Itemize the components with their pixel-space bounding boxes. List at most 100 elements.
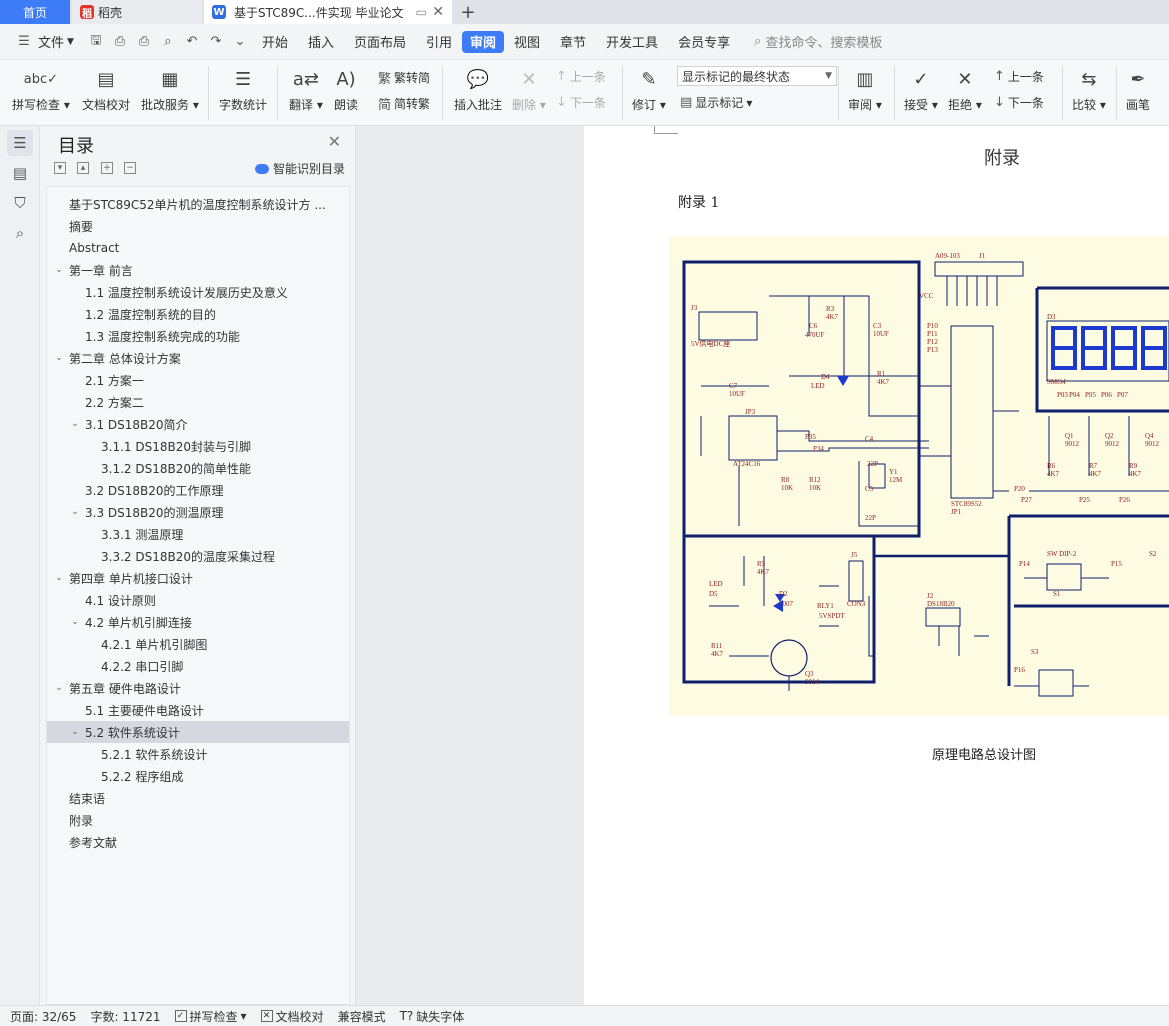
toc-item[interactable]: 2.2 方案二 bbox=[47, 391, 349, 413]
doc-proof-button[interactable]: ▤ 文档校对 bbox=[82, 64, 130, 113]
menu-start[interactable]: 开始 bbox=[252, 31, 298, 53]
doc-proof-status[interactable]: ✕ 文档校对 bbox=[260, 1008, 324, 1025]
toc-item[interactable]: 4.2.2 串口引脚 bbox=[47, 655, 349, 677]
smart-toc-button[interactable]: 智能识别目录 bbox=[254, 160, 345, 177]
toc-item[interactable]: 3.1.1 DS18B20封装与引脚 bbox=[47, 435, 349, 457]
menu-insert[interactable]: 插入 bbox=[298, 31, 344, 53]
toc-item[interactable]: 基于STC89C52单片机的温度控制系统设计方 ... bbox=[47, 193, 349, 215]
markup-state-select[interactable]: 显示标记的最终状态 ▼ bbox=[677, 66, 837, 86]
menu-reference[interactable]: 引用 bbox=[416, 31, 462, 53]
remove-level-icon[interactable]: − bbox=[124, 162, 136, 174]
tab-home[interactable]: 首页 bbox=[0, 0, 70, 24]
toc-item[interactable]: ⌄ 第二章 总体设计方案 bbox=[47, 347, 349, 369]
print-icon[interactable]: ⎙ bbox=[134, 32, 154, 52]
translate-button[interactable]: a⇄ 翻译 ▾ bbox=[289, 64, 323, 113]
track-changes-button[interactable]: ✎ 修订 ▾ bbox=[632, 64, 666, 113]
tab-docer[interactable]: 稻稻壳 bbox=[72, 0, 202, 24]
file-menu[interactable]: 文件 ▼ bbox=[36, 31, 84, 53]
toc-item[interactable]: 3.2 DS18B20的工作原理 bbox=[47, 479, 349, 501]
menu-layout[interactable]: 页面布局 bbox=[344, 31, 416, 53]
chevron-down-icon[interactable]: ⌄ bbox=[69, 507, 81, 517]
toc-item[interactable]: 4.2.1 单片机引脚图 bbox=[47, 633, 349, 655]
toc-item[interactable]: ⌄ 第五章 硬件电路设计 bbox=[47, 677, 349, 699]
undo-icon[interactable]: ↶ bbox=[182, 32, 202, 52]
toc-item[interactable]: ⌄ 3.3 DS18B20的测温原理 bbox=[47, 501, 349, 523]
menu-section[interactable]: 章节 bbox=[550, 31, 596, 53]
reject-button[interactable]: ✕ 拒绝 ▾ bbox=[948, 64, 982, 113]
chevron-down-icon[interactable]: ⌄ bbox=[53, 573, 65, 583]
chevron-down-icon[interactable]: ⌄ bbox=[69, 419, 81, 429]
toc-item[interactable]: 附录 bbox=[47, 809, 349, 831]
menu-dev-tools[interactable]: 开发工具 bbox=[596, 31, 668, 53]
toc-item[interactable]: 结束语 bbox=[47, 787, 349, 809]
screen-icon[interactable]: ▭ bbox=[416, 5, 427, 19]
toc-item[interactable]: 5.2.1 软件系统设计 bbox=[47, 743, 349, 765]
read-aloud-button[interactable]: A) 朗读 bbox=[334, 64, 358, 113]
close-tab-icon[interactable]: ✕ bbox=[432, 4, 444, 20]
toc-item[interactable]: Abstract bbox=[47, 237, 349, 259]
review-pane-button[interactable]: ▥ 审阅 ▾ bbox=[848, 64, 882, 113]
compare-button[interactable]: ⇆ 比较 ▾ bbox=[1072, 64, 1106, 113]
toc-item[interactable]: 3.3.2 DS18B20的温度采集过程 bbox=[47, 545, 349, 567]
toc-item[interactable]: ⌄ 4.2 单片机引脚连接 bbox=[47, 611, 349, 633]
toc-panel-icon[interactable]: ☰ bbox=[7, 130, 33, 156]
toc-item[interactable]: 1.1 温度控制系统设计发展历史及意义 bbox=[47, 281, 349, 303]
compat-mode-indicator[interactable]: 兼容模式 bbox=[338, 1008, 386, 1025]
save-icon[interactable]: 🖫 bbox=[86, 32, 106, 52]
preview-icon[interactable]: ⌕ bbox=[158, 32, 178, 52]
missing-font-indicator[interactable]: T? 缺失字体 bbox=[400, 1008, 465, 1025]
spell-check-status[interactable]: ✓ 拼写检查 ▾ bbox=[174, 1008, 247, 1025]
chapter-nav-icon[interactable]: ▤ bbox=[7, 160, 33, 186]
word-count-indicator[interactable]: 字数: 11721 bbox=[90, 1008, 160, 1025]
export-icon[interactable]: ⎙ bbox=[110, 32, 130, 52]
collapse-all-icon[interactable]: ▴ bbox=[77, 162, 89, 174]
add-level-icon[interactable]: + bbox=[101, 162, 113, 174]
redo-icon[interactable]: ↷ bbox=[206, 32, 226, 52]
chevron-down-icon[interactable]: ⌄ bbox=[53, 683, 65, 693]
insert-comment-button[interactable]: 💬 插入批注 bbox=[454, 64, 502, 113]
simp-to-trad-button[interactable]: 简简转繁 bbox=[378, 94, 430, 113]
tab-document[interactable]: W 基于STC89C...件实现 毕业论文 ▭ ✕ bbox=[204, 0, 452, 24]
new-tab-button[interactable]: + bbox=[454, 0, 482, 24]
prev-change-button[interactable]: ↑ 上一条 bbox=[994, 68, 1044, 85]
document-page[interactable]: 附录 附录 1 A09-103 J1 VCC P10 P11 P12 P13 J… bbox=[584, 126, 1169, 1005]
expand-all-icon[interactable]: ▾ bbox=[54, 162, 66, 174]
toc-item[interactable]: 3.3.1 测温原理 bbox=[47, 523, 349, 545]
toc-item[interactable]: 参考文献 bbox=[47, 831, 349, 853]
chevron-down-icon[interactable]: ⌄ bbox=[53, 353, 65, 363]
toc-item[interactable]: ⌄ 3.1 DS18B20简介 bbox=[47, 413, 349, 435]
bookmark-icon[interactable]: ⛉ bbox=[7, 190, 33, 216]
toc-item[interactable]: 摘要 bbox=[47, 215, 349, 237]
menu-member[interactable]: 会员专享 bbox=[668, 31, 740, 53]
chevron-down-icon[interactable]: ⌄ bbox=[53, 265, 65, 275]
menu-review[interactable]: 审阅 bbox=[462, 30, 505, 53]
find-icon[interactable]: ⌕ bbox=[7, 220, 33, 246]
spell-check-button[interactable]: abc✓ 拼写检查 ▾ bbox=[12, 64, 70, 113]
close-icon[interactable]: ✕ bbox=[328, 132, 341, 151]
toc-item[interactable]: 2.1 方案一 bbox=[47, 369, 349, 391]
batch-service-button[interactable]: ▦ 批改服务 ▾ bbox=[141, 64, 199, 113]
pen-button[interactable]: ✒ 画笔 bbox=[1126, 64, 1150, 113]
next-change-button[interactable]: ↓ 下一条 bbox=[994, 94, 1044, 111]
delete-comment-button[interactable]: ✕ 删除 ▾ bbox=[512, 64, 546, 113]
toc-item[interactable]: ⌄ 第四章 单片机接口设计 bbox=[47, 567, 349, 589]
chevron-down-icon[interactable]: ⌄ bbox=[69, 727, 81, 737]
page-indicator[interactable]: 页面: 32/65 bbox=[10, 1008, 76, 1025]
toc-item[interactable]: 1.2 温度控制系统的目的 bbox=[47, 303, 349, 325]
show-markup-button[interactable]: ▤ 显示标记 ▾ bbox=[680, 94, 752, 111]
toc-item[interactable]: 3.1.2 DS18B20的简单性能 bbox=[47, 457, 349, 479]
next-comment-button[interactable]: ↓ 下一条 bbox=[556, 94, 606, 111]
toc-item[interactable]: 5.1 主要硬件电路设计 bbox=[47, 699, 349, 721]
toc-item[interactable]: ⌄ 5.2 软件系统设计 bbox=[47, 721, 349, 743]
hamburger-icon[interactable]: ☰ bbox=[14, 32, 34, 52]
command-search[interactable]: ⌕ 查找命令、搜索模板 bbox=[754, 32, 882, 51]
toc-item[interactable]: 4.1 设计原则 bbox=[47, 589, 349, 611]
word-count-button[interactable]: ☰ 字数统计 bbox=[219, 64, 267, 113]
chevron-down-icon[interactable]: ⌄ bbox=[69, 617, 81, 627]
menu-view[interactable]: 视图 bbox=[504, 31, 550, 53]
toc-item[interactable]: 5.2.2 程序组成 bbox=[47, 765, 349, 787]
more-icon[interactable]: ⌄ bbox=[230, 32, 250, 52]
prev-comment-button[interactable]: ↑ 上一条 bbox=[556, 68, 606, 85]
toc-item[interactable]: ⌄ 第一章 前言 bbox=[47, 259, 349, 281]
accept-button[interactable]: ✓ 接受 ▾ bbox=[904, 64, 938, 113]
